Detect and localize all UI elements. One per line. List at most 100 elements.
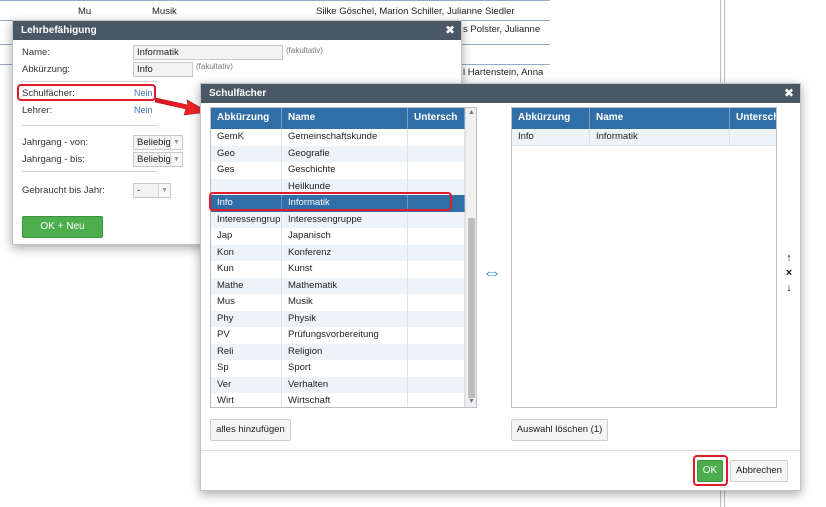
cell-name: Prüfungsvorbereitung — [282, 327, 408, 344]
separator — [21, 171, 157, 172]
separator — [21, 81, 157, 82]
grade-from-select[interactable]: Beliebig ▼ — [133, 135, 183, 150]
teachers-link[interactable]: Nein — [134, 105, 153, 115]
list-item[interactable]: Jap Japanisch — [211, 228, 465, 245]
cell-name: Religion — [282, 343, 408, 360]
grade-to-value: Beliebig — [137, 154, 171, 165]
bg-cell-abbr: Mu — [78, 6, 92, 17]
cell-name: Verhalten — [282, 376, 408, 393]
cell-name: Gemeinschaftskunde — [282, 129, 408, 146]
close-icon[interactable]: ✖ — [445, 23, 455, 37]
row-divider — [0, 0, 550, 1]
list-item[interactable]: Mus Musik — [211, 294, 465, 311]
col-name[interactable]: Name — [282, 108, 408, 129]
cell-diff — [408, 228, 465, 245]
cell-name: Musik — [282, 294, 408, 311]
list-item[interactable]: GemK Gemeinschaftskunde — [211, 129, 465, 146]
teachers-label: Lehrer: — [22, 105, 53, 116]
scroll-thumb[interactable] — [468, 218, 475, 398]
footer-divider — [201, 450, 800, 451]
scroll-down-icon[interactable]: ▼ — [466, 397, 476, 407]
used-until-select[interactable]: - ▼ — [133, 183, 171, 198]
bg-cell-teachers: l Hartenstein, Anna — [463, 67, 544, 78]
cancel-button[interactable]: Abbrechen — [730, 460, 788, 482]
dialog-title: Lehrbefähigung — [21, 25, 97, 36]
abbr-label: Abkürzung: — [22, 64, 71, 75]
grade-to-label: Jahrgang - bis: — [22, 154, 85, 165]
name-hint: (fakultativ) — [286, 46, 323, 55]
list-item[interactable]: Ver Verhalten — [211, 376, 465, 393]
list-item[interactable]: Ges Geschichte — [211, 162, 465, 179]
chevron-down-icon: ▼ — [170, 153, 182, 166]
list-item[interactable]: Kon Konferenz — [211, 244, 465, 261]
cell-diff — [408, 327, 465, 344]
cell-diff — [408, 244, 465, 261]
dialog-header: Schulfächer ✖ — [201, 84, 800, 103]
list-item[interactable]: Kun Kunst — [211, 261, 465, 278]
ok-new-button[interactable]: OK + Neu — [22, 216, 103, 238]
cell-diff — [408, 277, 465, 294]
cell-name: Informatik — [590, 129, 730, 145]
col-abbr[interactable]: Abkürzung — [512, 108, 590, 129]
col-diff[interactable]: Untersch — [730, 108, 776, 129]
list-item[interactable]: Wirt Wirtschaft — [211, 393, 465, 407]
cell-abbr: Info — [512, 129, 590, 145]
abbr-hint: (fakultativ) — [196, 62, 233, 71]
cell-diff — [408, 145, 465, 162]
dialog-title: Schulfächer — [209, 88, 267, 99]
close-icon[interactable]: ✖ — [784, 86, 794, 100]
grid-header: Abkürzung Name Untersch — [211, 108, 465, 129]
grade-from-value: Beliebig — [137, 137, 171, 148]
name-input[interactable]: Informatik — [133, 45, 283, 60]
cell-abbr: GemK — [211, 129, 282, 146]
list-item[interactable]: Info Informatik — [512, 129, 776, 146]
col-diff[interactable]: Untersch — [408, 108, 465, 129]
cell-diff — [408, 376, 465, 393]
cell-name: Geografie — [282, 145, 408, 162]
bg-cell-teachers: Silke Göschel, Marion Schiller, Julianne… — [316, 6, 515, 17]
cell-diff — [408, 343, 465, 360]
list-item[interactable]: Reli Religion — [211, 343, 465, 360]
chosen-rows: Info Informatik — [512, 129, 776, 146]
move-down-icon[interactable]: ↓ — [783, 282, 795, 294]
cell-diff — [408, 393, 465, 407]
bg-cell-name: Musik — [152, 6, 177, 17]
scrollbar[interactable]: ▲ ▼ — [465, 108, 476, 407]
cell-abbr: Mathe — [211, 277, 282, 294]
col-abbr[interactable]: Abkürzung — [211, 108, 282, 129]
cell-name: Geschichte — [282, 162, 408, 179]
list-item[interactable]: Geo Geografie — [211, 145, 465, 162]
cell-diff — [408, 294, 465, 311]
cell-diff — [408, 162, 465, 179]
cell-name: Physik — [282, 310, 408, 327]
cell-abbr: Geo — [211, 145, 282, 162]
list-item[interactable]: Mathe Mathematik — [211, 277, 465, 294]
list-item[interactable]: Interessengrupp Interessengruppe — [211, 211, 465, 228]
cell-abbr: Jap — [211, 228, 282, 245]
list-item[interactable]: Phy Physik — [211, 310, 465, 327]
bg-cell-teachers: s Polster, Julianne — [463, 24, 541, 35]
list-item[interactable]: Sp Sport — [211, 360, 465, 377]
move-up-icon[interactable]: ↑ — [783, 252, 795, 264]
cell-name: Kunst — [282, 261, 408, 278]
name-label: Name: — [22, 47, 50, 58]
list-item[interactable]: PV Prüfungsvorbereitung — [211, 327, 465, 344]
cell-name: Japanisch — [282, 228, 408, 245]
cell-name: Sport — [282, 360, 408, 377]
remove-icon[interactable]: × — [783, 267, 795, 279]
transfer-icon[interactable]: ⇔ — [482, 262, 502, 285]
used-until-label: Gebraucht bis Jahr: — [22, 185, 105, 196]
clear-selection-button[interactable]: Auswahl löschen (1) — [511, 419, 608, 441]
cell-diff — [408, 360, 465, 377]
available-subjects-grid: Abkürzung Name Untersch GemK Gemeinschaft… — [210, 107, 477, 408]
col-name[interactable]: Name — [590, 108, 730, 129]
cell-name: Wirtschaft — [282, 393, 408, 407]
grade-to-select[interactable]: Beliebig ▼ — [133, 152, 183, 167]
cell-abbr: Ver — [211, 376, 282, 393]
separator — [21, 125, 157, 126]
highlight-selected-row — [209, 192, 452, 211]
add-all-button[interactable]: alles hinzufügen — [210, 419, 291, 441]
abbr-input[interactable]: Info — [133, 62, 193, 77]
scroll-up-icon[interactable]: ▲ — [466, 108, 476, 118]
cell-abbr: Kon — [211, 244, 282, 261]
